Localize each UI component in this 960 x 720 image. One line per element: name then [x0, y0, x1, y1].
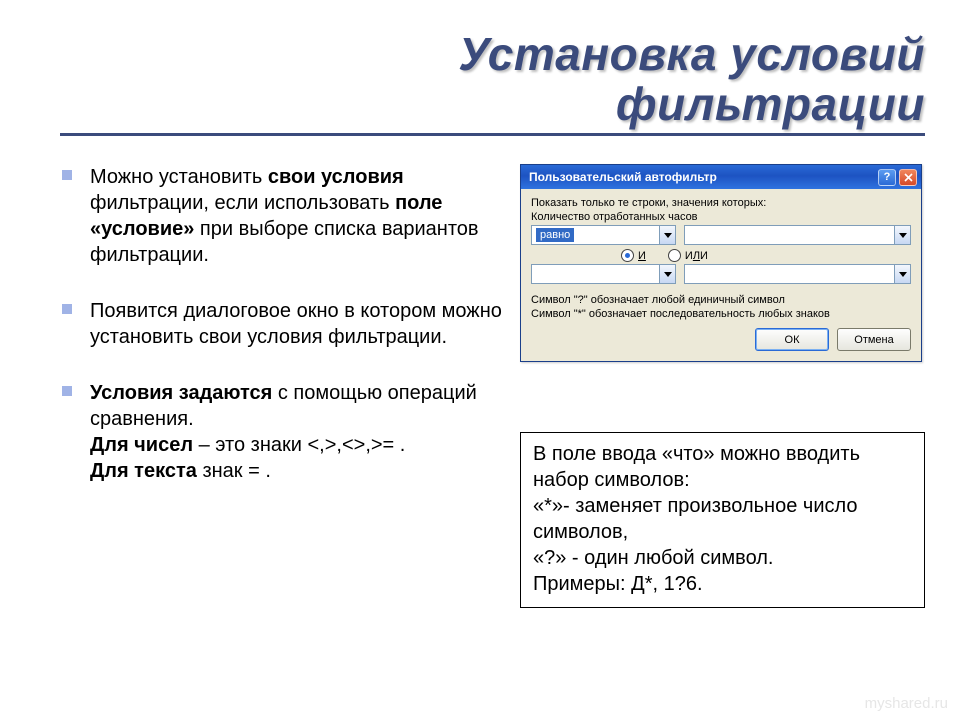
slide-title: Установка условий фильтрации	[60, 30, 925, 129]
condition1-operator-combo[interactable]: равно	[531, 225, 676, 245]
bullet-3: Условия задаются с помощью операций срав…	[60, 380, 502, 484]
title-underline	[60, 133, 925, 136]
text: – это знаки <,>,<>,>= .	[193, 434, 405, 456]
chevron-down-icon	[659, 226, 675, 244]
show-rows-label: Показать только те строки, значения кото…	[531, 197, 911, 209]
text-bold: Условия задаются	[90, 382, 272, 404]
cancel-button[interactable]: Отмена	[837, 328, 911, 351]
autofilter-dialog: Пользовательский автофильтр ? Показать т…	[520, 164, 922, 362]
caption-line: «?» - один любой символ.	[533, 547, 773, 569]
caption-line: Примеры: Д*, 1?6.	[533, 573, 703, 595]
title-line-2: фильтрации	[616, 78, 925, 130]
text-bold: Для чисел	[90, 434, 193, 456]
caption-line: «*»- заменяет произвольное число символо…	[533, 495, 858, 543]
bullet-square-icon	[62, 386, 72, 396]
dialog-titlebar[interactable]: Пользовательский автофильтр ?	[521, 165, 921, 189]
and-radio[interactable]: И	[621, 249, 646, 262]
combo-value: равно	[536, 228, 574, 242]
close-button[interactable]	[899, 169, 917, 186]
field-name-label: Количество отработанных часов	[531, 211, 911, 223]
text: знак = .	[197, 460, 271, 482]
text-bold: свои условия	[268, 166, 404, 188]
title-line-1: Установка условий	[458, 28, 925, 80]
wildcard-note-1: Символ "?" обозначает любой единичный си…	[531, 294, 911, 306]
condition1-value-combo[interactable]	[684, 225, 911, 245]
dialog-title: Пользовательский автофильтр	[529, 170, 717, 184]
caption-box: В поле ввода «что» можно вводить набор с…	[520, 432, 925, 608]
bullet-square-icon	[62, 304, 72, 314]
chevron-down-icon	[659, 265, 675, 283]
or-radio[interactable]: ИЛИ	[668, 249, 708, 262]
chevron-down-icon	[894, 265, 910, 283]
chevron-down-icon	[894, 226, 910, 244]
radio-icon	[621, 249, 634, 262]
radio-icon	[668, 249, 681, 262]
bullet-2: Появится диалоговое окно в котором можно…	[60, 298, 502, 350]
radio-label: И	[638, 250, 646, 262]
condition2-value-combo[interactable]	[684, 264, 911, 284]
condition2-operator-combo[interactable]	[531, 264, 676, 284]
radio-label: ИЛИ	[685, 250, 708, 262]
close-icon	[904, 173, 913, 182]
wildcard-note-2: Символ "*" обозначает последовательность…	[531, 308, 911, 320]
ok-button[interactable]: ОК	[755, 328, 829, 351]
caption-line: В поле ввода «что» можно вводить набор с…	[533, 443, 860, 491]
bullet-1: Можно установить свои условия фильтрации…	[60, 164, 502, 268]
text: фильтрации, если использовать	[90, 192, 395, 214]
text: Появится диалоговое окно в котором можно…	[90, 300, 502, 348]
text: Можно установить	[90, 166, 268, 188]
help-button[interactable]: ?	[878, 169, 896, 186]
text-bold: Для текста	[90, 460, 197, 482]
bullet-square-icon	[62, 170, 72, 180]
